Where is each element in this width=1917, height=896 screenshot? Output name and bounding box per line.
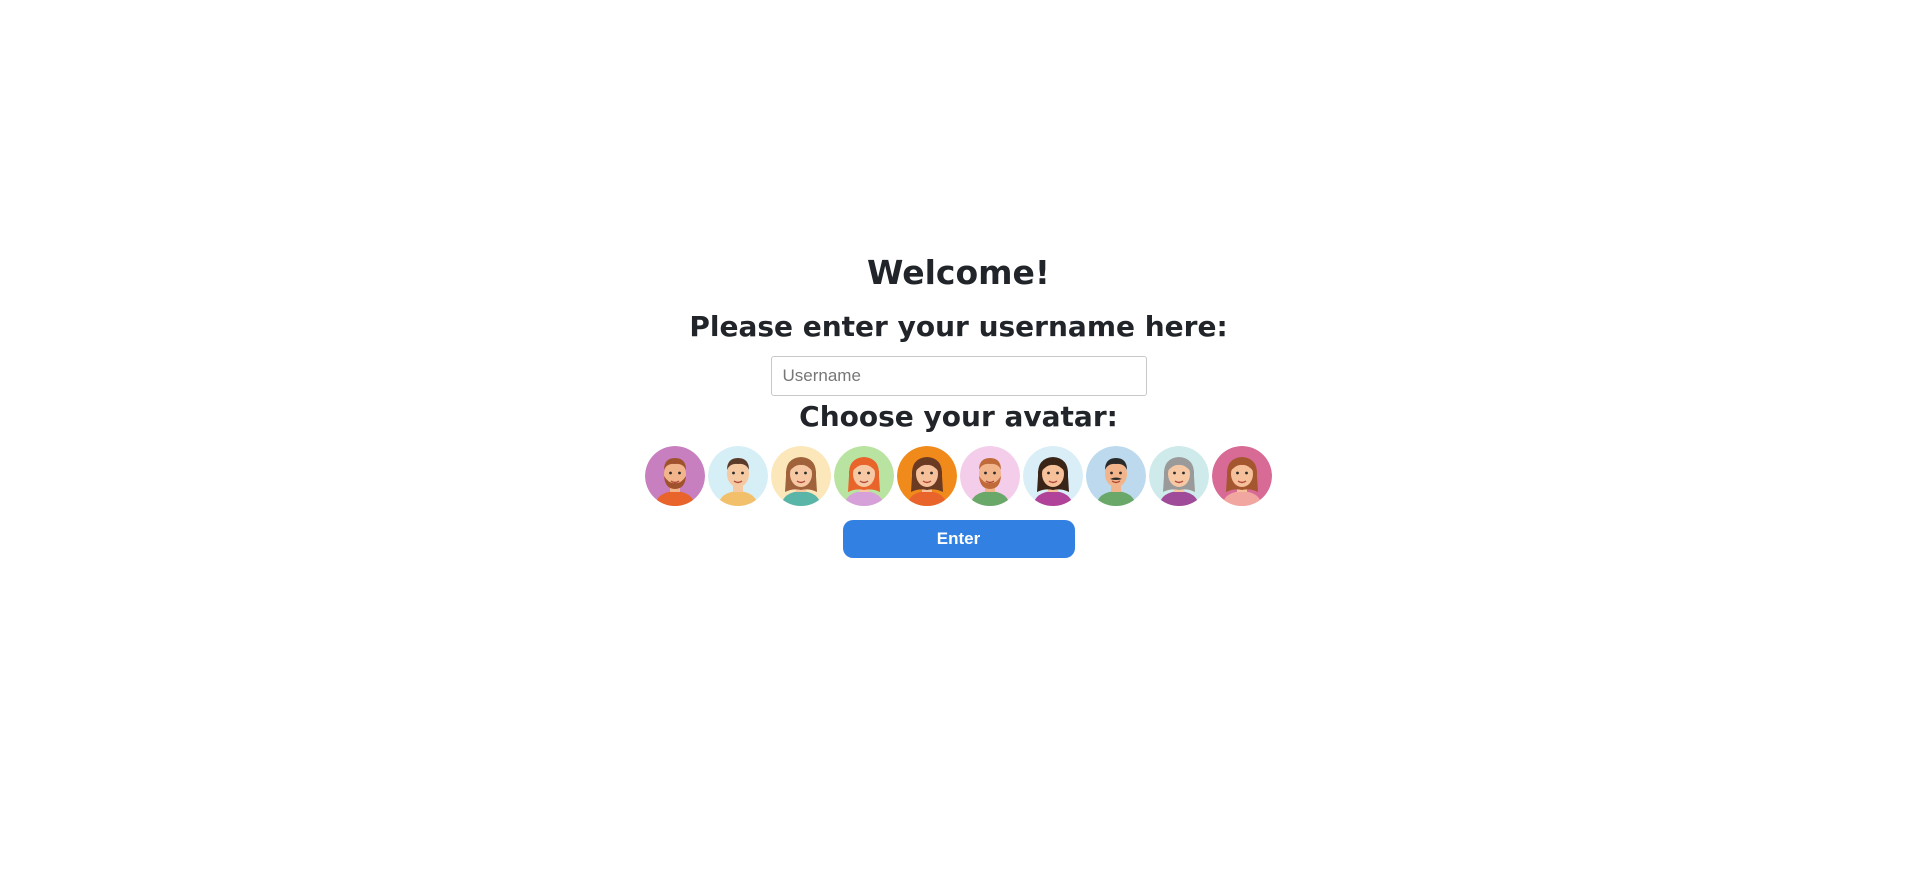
redhead-woman-avatar[interactable]	[834, 446, 894, 506]
grey-hair-woman-avatar[interactable]	[1149, 446, 1209, 506]
welcome-title: Welcome!	[867, 253, 1050, 292]
smiling-man-avatar[interactable]	[708, 446, 768, 506]
bob-hair-woman-avatar[interactable]	[1023, 446, 1083, 506]
auburn-woman-avatar[interactable]	[1212, 446, 1272, 506]
ginger-bearded-man-avatar[interactable]	[960, 446, 1020, 506]
login-page: Welcome! Please enter your username here…	[0, 0, 1917, 896]
dark-hair-woman-avatar[interactable]	[897, 446, 957, 506]
login-panel: Welcome! Please enter your username here…	[0, 240, 1917, 558]
bearded-man-avatar[interactable]	[645, 446, 705, 506]
username-prompt: Please enter your username here:	[689, 310, 1228, 343]
avatar-picker	[645, 446, 1272, 506]
avatar-prompt: Choose your avatar:	[799, 400, 1118, 433]
username-input[interactable]	[770, 356, 1147, 396]
enter-button[interactable]: Enter	[842, 520, 1075, 558]
mustache-man-avatar[interactable]	[1086, 446, 1146, 506]
long-hair-woman-avatar[interactable]	[771, 446, 831, 506]
